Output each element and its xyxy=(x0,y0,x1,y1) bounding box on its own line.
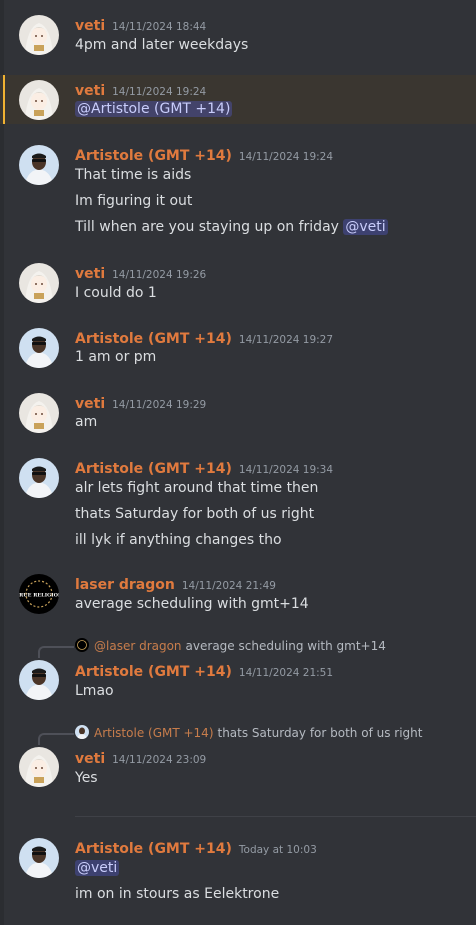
laser-dragon-avatar[interactable]: TRUE RELIGION xyxy=(19,574,59,614)
author-name[interactable]: Artistole (GMT +14) xyxy=(75,148,232,164)
svg-text:TRUE RELIGION: TRUE RELIGION xyxy=(19,593,59,599)
message-text: alr lets fight around that time then xyxy=(75,480,319,496)
reply-author: Artistole (GMT +14) xyxy=(94,726,214,740)
author-name[interactable]: Artistole (GMT +14) xyxy=(75,664,232,680)
message-text: 1 am or pm xyxy=(75,349,157,365)
author-name[interactable]: veti xyxy=(75,396,105,412)
timestamp: 14/11/2024 19:34 xyxy=(238,464,334,476)
author-name[interactable]: veti xyxy=(75,751,105,767)
laser-dragon-mini-avatar xyxy=(75,638,89,652)
artistole-avatar[interactable] xyxy=(19,145,59,185)
author-name[interactable]: veti xyxy=(75,83,105,99)
reply-text: average scheduling with gmt+14 xyxy=(185,639,386,653)
date-divider xyxy=(75,816,476,817)
veti-avatar[interactable] xyxy=(19,747,59,787)
artistole-avatar[interactable] xyxy=(19,328,59,368)
artistole-avatar[interactable] xyxy=(19,838,59,878)
timestamp: Today at 10:03 xyxy=(238,844,317,856)
veti-avatar[interactable] xyxy=(19,393,59,433)
reply-spine xyxy=(38,733,74,745)
message-text: Yes xyxy=(75,770,98,786)
artistole-avatar[interactable] xyxy=(19,660,59,700)
message-text: @veti xyxy=(75,860,120,876)
veti-avatar[interactable] xyxy=(19,80,59,120)
message-text: im on in stours as Eelektrone xyxy=(75,886,280,902)
message-text-part: Till when are you staying up on friday xyxy=(75,219,339,235)
timestamp: 14/11/2024 19:27 xyxy=(238,334,334,346)
message-text: That time is aids xyxy=(75,167,192,183)
timestamp: 14/11/2024 23:09 xyxy=(112,754,207,766)
reply-spine xyxy=(38,646,74,658)
timestamp: 14/11/2024 21:51 xyxy=(238,667,334,679)
timestamp: 14/11/2024 19:24 xyxy=(238,151,334,163)
artistole-mini-avatar xyxy=(75,725,89,739)
message-text: Till when are you staying up on friday @… xyxy=(75,219,388,235)
mention-highlight xyxy=(0,75,476,124)
timestamp: 14/11/2024 19:24 xyxy=(112,86,207,98)
author-name[interactable]: Artistole (GMT +14) xyxy=(75,331,232,347)
reply-text: thats Saturday for both of us right xyxy=(217,726,423,740)
reply-preview[interactable]: Artistole (GMT +14) thats Saturday for bo… xyxy=(75,725,422,740)
user-mention[interactable]: @veti xyxy=(343,219,388,235)
message-text: I could do 1 xyxy=(75,285,157,301)
timestamp: 14/11/2024 19:26 xyxy=(112,269,207,281)
message-text: 4pm and later weekdays xyxy=(75,37,249,53)
author-name[interactable]: Artistole (GMT +14) xyxy=(75,841,232,857)
message-text: ill lyk if anything changes tho xyxy=(75,532,282,548)
user-mention[interactable]: @Artistole (GMT +14) xyxy=(75,101,233,117)
message-text: am xyxy=(75,414,98,430)
timestamp: 14/11/2024 19:29 xyxy=(112,399,207,411)
author-name[interactable]: Artistole (GMT +14) xyxy=(75,461,232,477)
author-name[interactable]: laser dragon xyxy=(75,577,175,593)
author-name[interactable]: veti xyxy=(75,18,105,34)
veti-avatar[interactable] xyxy=(19,15,59,55)
timestamp: 14/11/2024 18:44 xyxy=(112,21,207,33)
message-text: average scheduling with gmt+14 xyxy=(75,596,309,612)
veti-avatar[interactable] xyxy=(19,263,59,303)
timestamp: 14/11/2024 21:49 xyxy=(181,580,276,592)
user-mention[interactable]: @veti xyxy=(75,860,120,876)
reply-author: @laser dragon xyxy=(94,639,182,653)
artistole-avatar[interactable] xyxy=(19,458,59,498)
author-name[interactable]: veti xyxy=(75,266,105,282)
message-text: @Artistole (GMT +14) xyxy=(75,101,233,117)
message-text: thats Saturday for both of us right xyxy=(75,506,315,522)
message-text: Lmao xyxy=(75,683,114,699)
message-list: veti 14/11/2024 18:44 4pm and later weekd… xyxy=(0,0,476,925)
mention-highlight-bar xyxy=(3,75,5,124)
message-text: Im figuring it out xyxy=(75,193,193,209)
reply-preview[interactable]: @laser dragon average scheduling with gmt… xyxy=(75,638,386,653)
